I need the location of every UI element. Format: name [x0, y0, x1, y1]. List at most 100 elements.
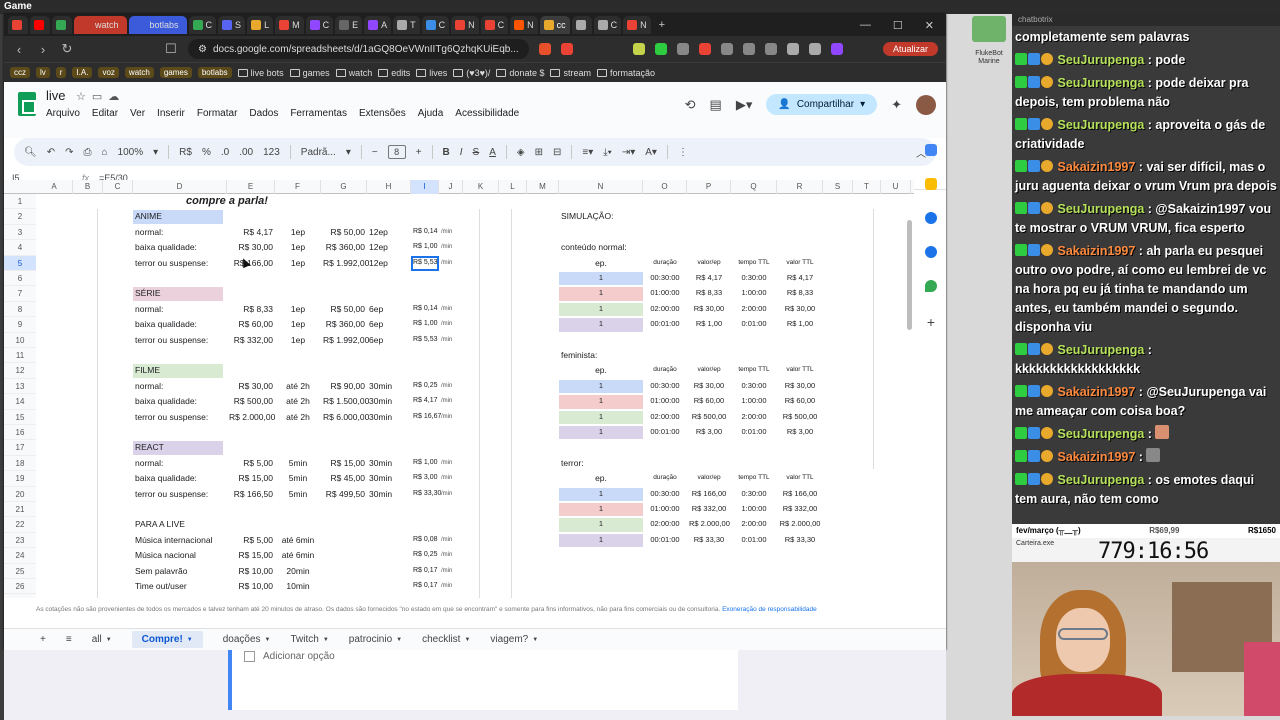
- column-header[interactable]: U: [881, 180, 911, 194]
- add-option-row[interactable]: Adicionar opção: [244, 651, 335, 662]
- maps-icon[interactable]: [925, 280, 937, 292]
- browser-tab[interactable]: [571, 16, 592, 34]
- chevron-down-icon[interactable]: ▼: [323, 637, 329, 643]
- row-header[interactable]: 12: [4, 363, 36, 379]
- row-header[interactable]: 21: [4, 502, 36, 518]
- menu-item[interactable]: Extensões: [359, 108, 406, 119]
- bookmark-icon[interactable]: ☐: [164, 41, 178, 57]
- menu-item[interactable]: Arquivo: [46, 108, 80, 119]
- menu-item[interactable]: Editar: [92, 108, 118, 119]
- row-header[interactable]: 18: [4, 455, 36, 472]
- more-formats-button[interactable]: 123: [263, 147, 280, 158]
- fill-color-icon[interactable]: ◈: [517, 147, 525, 158]
- all-sheets-icon[interactable]: ≡: [66, 634, 72, 645]
- column-header[interactable]: D: [133, 180, 227, 194]
- column-header[interactable]: K: [463, 180, 499, 194]
- bookmark-item[interactable]: ccz: [10, 67, 30, 78]
- menu-item[interactable]: Ferramentas: [290, 108, 347, 119]
- wrap-icon[interactable]: ⇥▾: [622, 147, 635, 158]
- bookmark-item[interactable]: botlabs: [197, 67, 232, 78]
- browser-tab[interactable]: S: [218, 16, 246, 34]
- ext-icon[interactable]: [676, 43, 689, 55]
- chevron-down-icon[interactable]: ▼: [187, 637, 193, 643]
- new-tab-button[interactable]: +: [653, 19, 671, 31]
- ext-icon[interactable]: [632, 43, 645, 55]
- font-select[interactable]: Padrã...: [301, 147, 336, 158]
- browser-tab[interactable]: [30, 16, 50, 34]
- avatar[interactable]: [916, 94, 936, 115]
- percent-format-button[interactable]: %: [202, 147, 211, 158]
- bookmark-item[interactable]: stream: [550, 68, 591, 78]
- undo-icon[interactable]: ↶: [47, 147, 55, 158]
- chevron-down-icon[interactable]: ▼: [396, 637, 402, 643]
- browser-tab[interactable]: N: [623, 16, 651, 34]
- chevron-down-icon[interactable]: ▾: [153, 147, 158, 158]
- valign-icon[interactable]: ⤓▾: [603, 147, 612, 158]
- ext-icon[interactable]: [720, 43, 733, 55]
- keep-icon[interactable]: [925, 178, 937, 190]
- browser-tab[interactable]: L: [247, 16, 274, 34]
- redo-icon[interactable]: ↷: [65, 147, 73, 158]
- browser-tab[interactable]: cc: [539, 16, 570, 34]
- bookmark-item[interactable]: I.A.: [72, 67, 93, 78]
- ext-icon[interactable]: [654, 43, 667, 55]
- column-header[interactable]: R: [777, 180, 823, 194]
- minimize-icon[interactable]: —: [860, 19, 871, 32]
- bookmark-item[interactable]: lives: [416, 68, 447, 78]
- browser-tab[interactable]: C: [188, 16, 217, 34]
- browser-tab[interactable]: C: [480, 16, 509, 34]
- bookmark-item[interactable]: watch: [335, 68, 372, 78]
- ext-icon[interactable]: [830, 43, 843, 55]
- address-bar[interactable]: ⚙ docs.google.com/spreadsheets/d/1aGQ8Oe…: [188, 39, 529, 59]
- row-header[interactable]: 5: [4, 255, 36, 271]
- column-header[interactable]: G: [321, 180, 367, 194]
- column-header[interactable]: H: [367, 180, 411, 194]
- decrease-decimal-button[interactable]: .0: [221, 147, 229, 158]
- print-icon[interactable]: ⎙: [83, 147, 91, 158]
- chevron-down-icon[interactable]: ▼: [265, 637, 271, 643]
- browser-tab[interactable]: M: [275, 16, 304, 34]
- browser-tab[interactable]: T: [393, 16, 420, 34]
- browser-tab[interactable]: E: [335, 16, 363, 34]
- reload-icon[interactable]: ↻: [60, 41, 74, 57]
- align-icon[interactable]: ≡▾: [582, 147, 593, 158]
- browser-tab[interactable]: C: [593, 16, 622, 34]
- menu-item[interactable]: Formatar: [197, 108, 238, 119]
- spreadsheet-grid[interactable]: ABCDEFGHIJKLMNOPQRSTU 1 2 3 4 5 6 7 8 9 10 11 12 13 1…: [4, 180, 914, 598]
- menu-item[interactable]: Ajuda: [418, 108, 444, 119]
- column-header[interactable]: Q: [731, 180, 777, 194]
- column-header[interactable]: B: [73, 180, 103, 194]
- ext-icon[interactable]: [560, 43, 573, 55]
- move-icon[interactable]: ▭: [92, 91, 108, 103]
- chevron-down-icon[interactable]: ▼: [106, 637, 112, 643]
- add-addon-icon[interactable]: +: [927, 314, 935, 330]
- sheet-tab[interactable]: Twitch ▼: [291, 634, 329, 645]
- row-header[interactable]: 25: [4, 563, 36, 579]
- column-header[interactable]: J: [439, 180, 463, 194]
- row-header[interactable]: 7: [4, 286, 36, 302]
- meet-icon[interactable]: ▶▾: [736, 97, 753, 113]
- merge-icon[interactable]: ⊟: [553, 147, 561, 158]
- maximize-icon[interactable]: ☐: [893, 19, 903, 32]
- bookmark-item[interactable]: watch: [124, 67, 154, 78]
- chevron-down-icon[interactable]: ▼: [464, 637, 470, 643]
- row-header[interactable]: 20: [4, 486, 36, 502]
- column-header[interactable]: F: [275, 180, 321, 194]
- more-icon[interactable]: ⋮: [678, 147, 688, 158]
- browser-tab[interactable]: A: [364, 16, 392, 34]
- bookmark-item[interactable]: r: [55, 67, 67, 78]
- bookmark-item[interactable]: formatação: [596, 68, 655, 78]
- browser-tab[interactable]: [8, 16, 28, 34]
- strikethrough-icon[interactable]: S: [473, 147, 480, 158]
- row-header[interactable]: 9: [4, 317, 36, 333]
- chevron-down-icon[interactable]: ▼: [532, 637, 538, 643]
- row-header[interactable]: 3: [4, 224, 36, 241]
- row-header[interactable]: 13: [4, 378, 36, 395]
- column-header[interactable]: M: [527, 180, 559, 194]
- sheet-tab[interactable]: doações ▼: [223, 634, 271, 645]
- bookmark-item[interactable]: donate $: [496, 68, 544, 78]
- star-icon[interactable]: ☆: [76, 91, 92, 103]
- update-button[interactable]: Atualizar: [882, 42, 938, 56]
- menu-item[interactable]: Dados: [249, 108, 278, 119]
- row-header[interactable]: 14: [4, 394, 36, 410]
